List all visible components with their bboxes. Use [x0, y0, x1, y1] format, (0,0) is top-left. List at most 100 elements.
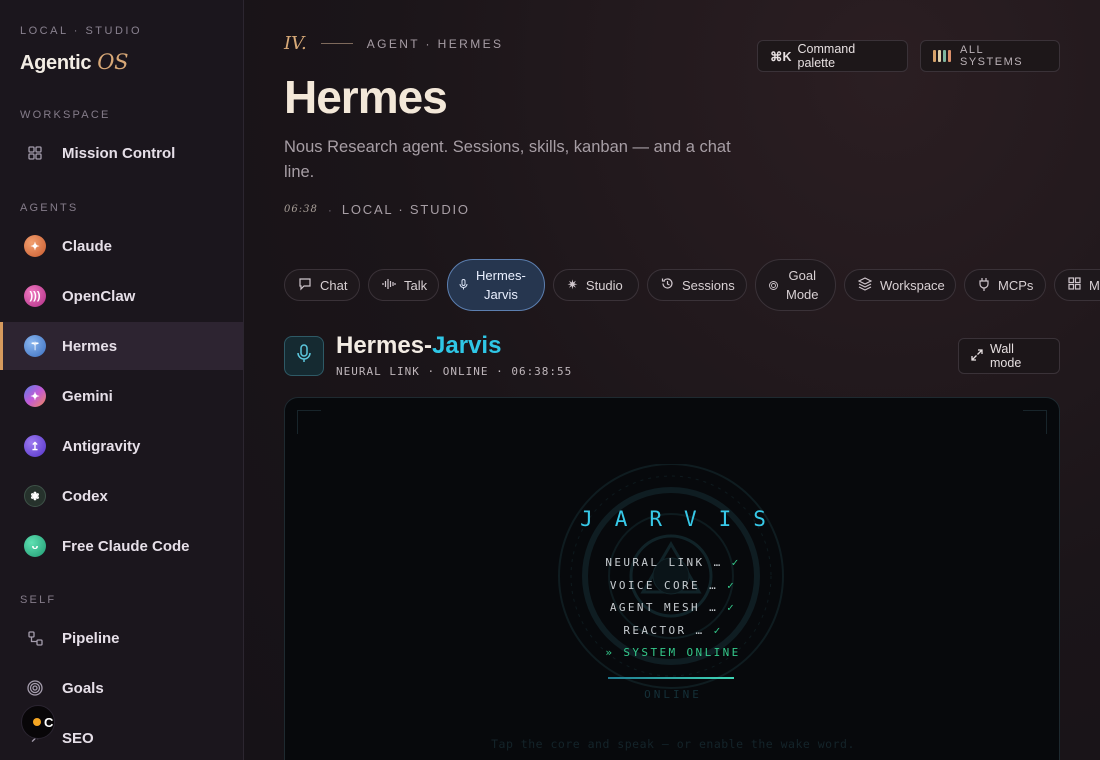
- section-label-self: SELF: [20, 594, 57, 606]
- pipeline-icon: [24, 627, 46, 649]
- check-icon: ✓: [727, 579, 737, 592]
- page-meta: 06:38 · LOCAL · STUDIO: [284, 202, 470, 217]
- check-icon: ✓: [731, 556, 741, 569]
- sidebar-item-label: Pipeline: [62, 629, 120, 647]
- chat-icon: [298, 277, 312, 294]
- sidebar-item-label: Claude: [62, 237, 113, 255]
- tab-label: Talk: [404, 277, 428, 293]
- system-online-status: » SYSTEM ONLINE: [605, 646, 741, 659]
- all-systems-button[interactable]: ALL SYSTEMS: [920, 40, 1060, 72]
- tab-more[interactable]: Ma: [1054, 269, 1100, 301]
- floating-status-badge[interactable]: C: [21, 705, 55, 739]
- sidebar-item-label: Free Claude Code: [62, 537, 190, 555]
- meta-location: LOCAL · STUDIO: [341, 202, 470, 217]
- claude-icon: ✦: [24, 235, 46, 257]
- sidebar: LOCAL · STUDIO Agentic OS WORKSPACE Missi…: [0, 0, 244, 760]
- core-status-label: ONLINE: [644, 688, 702, 701]
- status-dot-icon: [33, 718, 41, 726]
- sidebar-item-label: Hermes: [62, 337, 118, 355]
- sidebar-item-pipeline[interactable]: Pipeline: [0, 614, 243, 662]
- tab-label: Goal Mode: [786, 268, 819, 302]
- neural-link-status: NEURAL LINK · ONLINE · 06:38:55: [336, 365, 573, 378]
- section-label-workspace: WORKSPACE: [20, 109, 111, 121]
- codex-icon: ❃: [24, 485, 46, 507]
- tab-talk[interactable]: Talk: [368, 269, 439, 301]
- boot-line-text: AGENT MESH …: [609, 601, 719, 614]
- sidebar-item-label: Codex: [62, 487, 108, 505]
- waveform-icon: [382, 277, 396, 294]
- tab-mcps[interactable]: MCPs: [964, 269, 1046, 301]
- systems-bars-icon: [933, 50, 951, 62]
- brand-accent: OS: [97, 50, 129, 74]
- sidebar-item-openclaw[interactable]: ))) OpenClaw: [0, 272, 243, 320]
- command-palette-label: Command palette: [797, 42, 856, 70]
- jarvis-console[interactable]: JARVIS NEURAL LINK … ✓ VOICE CORE … ✓ AG…: [284, 397, 1060, 760]
- grid-icon: [1068, 277, 1081, 293]
- wall-mode-label: Wall mode: [990, 342, 1022, 370]
- sidebar-item-claude[interactable]: ✦ Claude: [0, 222, 243, 270]
- jarvis-title-accent: Jarvis: [432, 332, 502, 359]
- jarvis-mic-badge: [284, 336, 324, 376]
- mic-icon: [297, 344, 311, 368]
- tab-sessions[interactable]: Sessions: [647, 269, 747, 301]
- brand-logo[interactable]: Agentic OS: [20, 50, 129, 75]
- tab-hermes-jarvis[interactable]: Hermes- Jarvis: [447, 259, 545, 311]
- expand-icon: [971, 348, 983, 364]
- antigravity-icon: ↥: [24, 435, 46, 457]
- sidebar-item-codex[interactable]: ❃ Codex: [0, 472, 243, 520]
- all-systems-label: ALL SYSTEMS: [960, 44, 1024, 68]
- sidebar-item-label: Gemini: [62, 387, 113, 405]
- sidebar-item-free-claude-code[interactable]: ᴗ Free Claude Code: [0, 522, 243, 570]
- tab-label: Sessions: [682, 277, 735, 293]
- meta-time: 06:38: [284, 204, 318, 215]
- sidebar-item-label: Mission Control: [62, 144, 176, 162]
- tab-label: Hermes- Jarvis: [476, 268, 526, 302]
- sidebar-item-mission-control[interactable]: Mission Control: [0, 129, 243, 177]
- chapter-heading: IV. AGENT · HERMES: [284, 33, 503, 54]
- floating-badge-label: C: [44, 714, 54, 730]
- tab-chat[interactable]: Chat: [284, 269, 360, 301]
- boot-line-agent-mesh: AGENT MESH … ✓: [285, 601, 1059, 614]
- boot-line-text: REACTOR …: [623, 624, 705, 637]
- section-label-agents: AGENTS: [20, 202, 79, 214]
- sidebar-item-antigravity[interactable]: ↥ Antigravity: [0, 422, 243, 470]
- boot-line-neural-link: NEURAL LINK … ✓: [285, 556, 1059, 569]
- history-icon: [661, 277, 674, 293]
- hermes-icon: ⚚: [24, 335, 46, 357]
- boot-line-voice-core: VOICE CORE … ✓: [285, 579, 1059, 592]
- target-icon: [769, 276, 778, 295]
- tab-label: Chat: [320, 277, 348, 293]
- check-icon: ✓: [727, 601, 737, 614]
- command-palette-button[interactable]: ⌘K Command palette: [757, 40, 908, 72]
- boot-line-text: VOICE CORE …: [609, 579, 719, 592]
- sidebar-item-hermes[interactable]: ⚚ Hermes: [0, 322, 243, 370]
- tab-workspace[interactable]: Workspace: [844, 269, 956, 301]
- mic-icon: [459, 276, 468, 295]
- tab-label: Ma: [1089, 277, 1100, 293]
- boot-progress-bar: [608, 677, 734, 679]
- corner-bracket: [297, 410, 321, 434]
- tab-label: Studio: [585, 277, 623, 293]
- jarvis-wordmark: JARVIS: [580, 507, 788, 531]
- tab-label: Workspace: [880, 277, 945, 293]
- sidebar-item-gemini[interactable]: ✦ Gemini: [0, 372, 243, 420]
- sidebar-item-label: OpenClaw: [62, 287, 136, 305]
- chapter-number: IV.: [284, 33, 307, 54]
- openclaw-icon: ))): [24, 285, 46, 307]
- boot-line-text: NEURAL LINK …: [605, 556, 723, 569]
- check-icon: ✓: [713, 624, 723, 637]
- tab-studio[interactable]: ✷ Studio: [553, 269, 639, 301]
- wall-mode-button[interactable]: Wall mode: [958, 338, 1060, 374]
- sidebar-item-label: Antigravity: [62, 437, 141, 455]
- boot-line-reactor: REACTOR … ✓: [285, 624, 1059, 637]
- tab-label: MCPs: [998, 277, 1034, 293]
- tab-goal-mode[interactable]: Goal Mode: [755, 259, 836, 311]
- layers-icon: [857, 276, 873, 294]
- sidebar-item-label: SEO: [62, 729, 94, 747]
- brand-kicker: LOCAL · STUDIO: [20, 25, 142, 37]
- page-title: Hermes: [284, 71, 448, 123]
- brand-name: Agentic: [20, 52, 92, 74]
- divider: [320, 43, 353, 44]
- meta-separator: ·: [327, 202, 332, 217]
- corner-bracket: [1023, 410, 1047, 434]
